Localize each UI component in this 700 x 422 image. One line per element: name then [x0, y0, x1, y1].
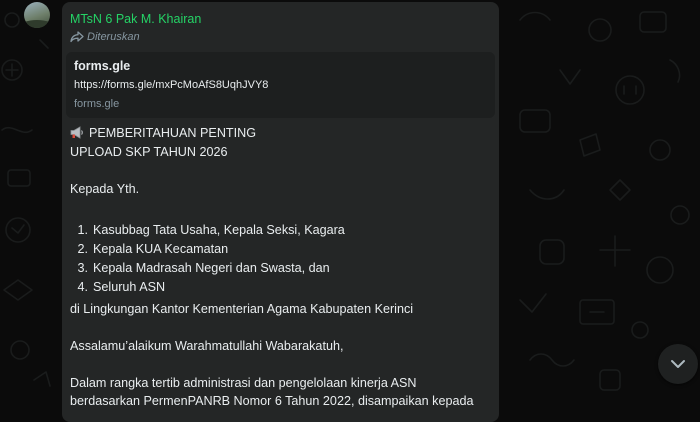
link-preview-domain: forms.gle [74, 98, 120, 110]
list-item-text: Kepala Madrasah Negeri dan Swasta, dan [93, 261, 330, 275]
greeting-to: Kepada Yth. [70, 182, 140, 196]
list-item: 1. Kasubbag Tata Usaha, Kepala Seksi, Kag… [70, 223, 345, 238]
sender-name[interactable]: MTsN 6 Pak M. Khairan [70, 12, 201, 26]
link-preview-url[interactable]: https://forms.gle/mxPcMoAfS8UqhJVY8 [74, 79, 268, 91]
list-item-number: 1. [77, 223, 88, 237]
list-item-number: 2. [77, 242, 88, 256]
forwarded-text: Diteruskan [87, 31, 140, 43]
link-preview-title: forms.gle [74, 59, 131, 73]
forwarded-label: Diteruskan [70, 30, 140, 44]
location-line: di Lingkungan Kantor Kementerian Agama K… [70, 302, 414, 316]
body-line-1: Dalam rangka tertib administrasi dan pen… [70, 376, 417, 390]
list-item-text: Kepala KUA Kecamatan [93, 242, 229, 256]
link-preview-card[interactable]: forms.gle https://forms.gle/mxPcMoAfS8Uq… [66, 52, 495, 118]
list-item-number: 3. [77, 261, 88, 275]
list-item: 2. Kepala KUA Kecamatan [70, 242, 228, 257]
list-item: 3. Kepala Madrasah Negeri dan Swasta, dan [70, 261, 330, 276]
scroll-to-bottom-button[interactable] [658, 344, 698, 384]
sender-avatar[interactable] [24, 2, 50, 28]
message-bubble: MTsN 6 Pak M. Khairan Diteruskan forms.g… [62, 2, 499, 422]
chevron-down-icon [671, 360, 685, 368]
salam-line: Assalamu’alaikum Warahmatullahi Wabaraka… [70, 339, 344, 353]
heading-line-2: UPLOAD SKP TAHUN 2026 [70, 145, 228, 159]
list-item-text: Seluruh ASN [93, 280, 166, 294]
list-item-text: Kasubbag Tata Usaha, Kepala Seksi, Kagar… [93, 223, 345, 237]
forward-arrow-icon [70, 31, 84, 43]
megaphone-icon [70, 126, 83, 139]
heading-line-1-text: PEMBERITAHUAN PENTING [89, 126, 257, 140]
list-item-number: 4. [77, 280, 88, 294]
body-line-2: berdasarkan PermenPANRB Nomor 6 Tahun 20… [70, 394, 474, 408]
heading-line-1: PEMBERITAHUAN PENTING [70, 126, 256, 141]
list-item: 4. Seluruh ASN [70, 280, 165, 295]
